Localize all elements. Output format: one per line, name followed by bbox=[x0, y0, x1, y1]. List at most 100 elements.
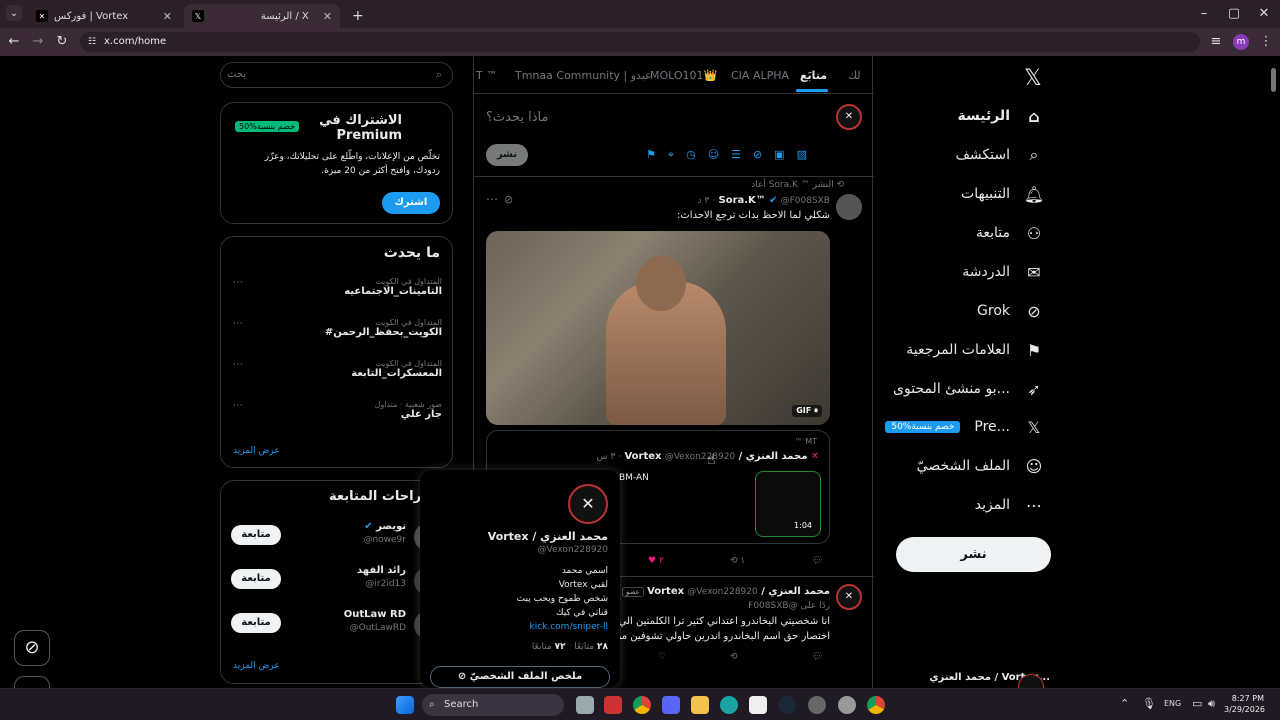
nav-chat[interactable]: ✉ الدردشة bbox=[962, 262, 1044, 282]
network-icon[interactable]: ▭ bbox=[1192, 697, 1202, 710]
tab-cia-alpha[interactable]: CIA ALPHA bbox=[731, 69, 789, 82]
tab-following[interactable]: متابَع bbox=[800, 69, 827, 82]
show-more-link[interactable]: عرض المزيد bbox=[233, 446, 280, 456]
menu-icon[interactable]: ⋮ bbox=[1258, 34, 1274, 50]
post-button[interactable]: نشر bbox=[896, 537, 1051, 572]
tab-tmnaa-community[interactable]: Tmnaa Community | عبدو bbox=[515, 69, 652, 82]
emoji-icon[interactable]: ☺ bbox=[708, 148, 719, 162]
reply-icon[interactable]: 💬︎ bbox=[812, 652, 823, 662]
taskbar-search[interactable]: ⌕ Search bbox=[422, 694, 564, 716]
address-bar[interactable]: ☷ x.com/home bbox=[80, 32, 1200, 52]
location-icon[interactable]: ⌖ bbox=[668, 148, 674, 162]
start-icon[interactable] bbox=[396, 696, 414, 714]
profile-avatar[interactable]: m bbox=[1233, 34, 1249, 50]
media-queue-icon[interactable]: ≡ bbox=[1208, 34, 1224, 50]
tab-t[interactable]: T ™ bbox=[476, 69, 497, 82]
close-icon[interactable]: ✕ bbox=[323, 10, 332, 23]
nav-creator[interactable]: ➶ بو منشئ المحتوى... bbox=[893, 379, 1044, 399]
compose-input[interactable]: ماذا يحدث؟ bbox=[486, 110, 816, 125]
schedule-icon[interactable]: ◷ bbox=[686, 148, 696, 162]
tweet-gif[interactable]: GIF ⏸ bbox=[486, 231, 830, 425]
compose-post-button[interactable]: نشر bbox=[486, 144, 528, 166]
quote-video-thumb[interactable]: 1:04 bbox=[755, 471, 821, 537]
nav-notifications[interactable]: 🔔︎ التنبيهات bbox=[961, 184, 1044, 204]
tweet-header: Sora.K™ ✔ @F008SXB · ٣ د bbox=[697, 195, 830, 206]
x-logo-icon[interactable]: 𝕏 bbox=[1024, 66, 1042, 91]
premium-discount-badge: 50%خصم بنسبة bbox=[235, 121, 300, 132]
tab-for-you[interactable]: لك bbox=[848, 69, 861, 82]
forward-icon[interactable]: → bbox=[30, 34, 46, 50]
nav-bookmarks[interactable]: ⚑ العلامات المرجعية bbox=[906, 340, 1044, 360]
language-indicator[interactable]: ENG bbox=[1164, 699, 1181, 708]
back-icon[interactable]: ← bbox=[6, 34, 22, 50]
chrome-icon[interactable] bbox=[633, 696, 651, 714]
minimize-icon[interactable]: – bbox=[1196, 6, 1212, 22]
close-icon[interactable]: ✕ bbox=[163, 10, 172, 23]
steam-icon[interactable] bbox=[778, 696, 796, 714]
follow-show-more-link[interactable]: عرض المزيد bbox=[233, 661, 280, 671]
tweet-avatar[interactable] bbox=[836, 194, 862, 220]
hover-bio-line: قناتي في كيك bbox=[556, 608, 608, 618]
browser-tab-x[interactable]: 𝕏 الرئيسة / X ✕ bbox=[184, 4, 340, 28]
profile-summary-button[interactable]: ملخص الملف الشخصيّ ⊘ bbox=[430, 666, 610, 688]
task-view-icon[interactable] bbox=[576, 696, 594, 714]
settings-icon[interactable] bbox=[838, 696, 856, 714]
nav-explore[interactable]: ⌕ استكشف bbox=[955, 145, 1044, 165]
retweet-button[interactable]: ⟲ ١ bbox=[730, 556, 745, 566]
poll-icon[interactable]: ☰ bbox=[731, 148, 741, 162]
image-icon[interactable]: ▨ bbox=[797, 148, 807, 162]
flag-icon[interactable]: ⚑ bbox=[646, 148, 656, 162]
store-icon[interactable] bbox=[749, 696, 767, 714]
premium-text-line2: ردودك، وافتح أكثر من 20 ميزة. bbox=[321, 166, 440, 176]
trend-item[interactable]: المتداول في الكويت المعسكرات_التابعة ⋯ bbox=[231, 359, 442, 379]
hover-avatar[interactable]: ✕ bbox=[568, 484, 608, 524]
follow-button[interactable]: متابعة bbox=[231, 613, 281, 633]
more-icon[interactable]: ⋯ bbox=[486, 192, 498, 206]
tray-chevron-icon[interactable]: ⌃ bbox=[1120, 697, 1129, 710]
tab-list-button[interactable]: ⌄ bbox=[6, 5, 22, 21]
nav-label: الدردشة bbox=[962, 264, 1010, 280]
chrome-active-icon[interactable] bbox=[867, 696, 885, 714]
nav-profile[interactable]: ☺ الملف الشخصيّ bbox=[917, 456, 1044, 476]
edge-icon[interactable] bbox=[720, 696, 738, 714]
discord-icon[interactable] bbox=[662, 696, 680, 714]
nav-follow[interactable]: ⚇ متابعة bbox=[976, 223, 1044, 243]
trend-item[interactable]: المتداول في الكويت #الكويت_بحفظ_الرحمن ⋯ bbox=[231, 318, 442, 338]
close-window-icon[interactable]: ✕ bbox=[1256, 6, 1272, 22]
reload-icon[interactable]: ↻ bbox=[54, 34, 70, 50]
site-info-icon[interactable]: ☷ bbox=[88, 32, 96, 52]
clock[interactable]: 8:27 PM 3/29/2026 bbox=[1224, 693, 1265, 715]
new-tab-button[interactable]: + bbox=[344, 4, 364, 28]
search-box[interactable]: ⌕ بحث bbox=[220, 62, 453, 88]
nav-grok[interactable]: ⊘ Grok bbox=[977, 301, 1044, 321]
follow-button[interactable]: متابعة bbox=[231, 525, 281, 545]
mic-icon[interactable]: 🎙︎ bbox=[1142, 697, 1156, 710]
tab-molo101[interactable]: MOLO101👑 bbox=[650, 69, 717, 82]
maximize-icon[interactable]: ▢ bbox=[1226, 6, 1242, 22]
app-icon[interactable] bbox=[604, 696, 622, 714]
nav-premium[interactable]: 𝕏 Pre... 50%خصم بنسبة bbox=[885, 417, 1044, 437]
hover-link[interactable]: kick.com/sniper-ll bbox=[529, 622, 608, 632]
nav-more[interactable]: ⋯ المزيد bbox=[975, 495, 1044, 515]
trend-item[interactable]: المتداول في الكويت التامينات_الاجتماعيه … bbox=[231, 277, 442, 297]
retweet-icon[interactable]: ⟲ bbox=[730, 652, 738, 662]
like-icon[interactable]: ♡ bbox=[658, 652, 666, 662]
reply-icon[interactable]: 💬︎ bbox=[812, 556, 823, 566]
like-button[interactable]: ♥ ٢ bbox=[648, 556, 664, 566]
trend-item[interactable]: صور شعبية · متداول جار علي ⋯ bbox=[231, 400, 442, 420]
file-explorer-icon[interactable] bbox=[691, 696, 709, 714]
app-icon[interactable] bbox=[808, 696, 826, 714]
x-favicon-icon: 𝕏 bbox=[192, 10, 204, 22]
gif-icon[interactable]: ▣ bbox=[774, 148, 784, 162]
messages-floating-button[interactable] bbox=[14, 676, 50, 688]
follow-button[interactable]: متابعة bbox=[231, 569, 281, 589]
subscribe-button[interactable]: اشترك bbox=[382, 192, 440, 214]
grok-icon[interactable]: ⊘ bbox=[504, 193, 513, 206]
volume-icon[interactable]: 🔊︎ bbox=[1208, 697, 1215, 711]
grok-icon[interactable]: ⊘ bbox=[753, 148, 762, 162]
grok-floating-button[interactable]: ⊘ bbox=[14, 630, 50, 666]
tweet2-avatar[interactable]: ✕ bbox=[836, 584, 862, 610]
page-scrollbar[interactable] bbox=[1271, 68, 1276, 92]
browser-tab-vortex[interactable]: ✕ فوركس | Vortex ✕ bbox=[28, 4, 180, 28]
nav-home[interactable]: ⌂ الرئيسة bbox=[958, 106, 1044, 126]
